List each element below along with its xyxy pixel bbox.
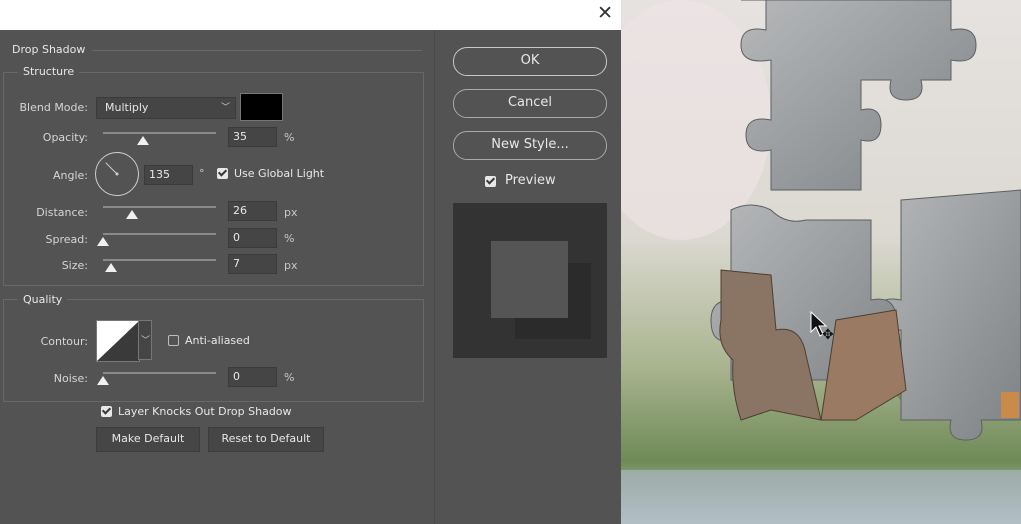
opacity-unit: %	[284, 131, 295, 144]
distance-input[interactable]: 26	[228, 201, 277, 221]
contour-picker[interactable]	[96, 320, 140, 362]
dialog-title-bar: ✕	[0, 0, 621, 30]
spread-label: Spread:	[45, 233, 88, 246]
quality-legend: Quality	[18, 293, 68, 306]
spread-slider-track[interactable]	[103, 233, 216, 235]
layer-knocks-out-checkbox[interactable]	[101, 406, 112, 417]
anti-aliased-checkbox[interactable]	[168, 335, 179, 346]
blend-mode-label: Blend Mode:	[19, 101, 89, 114]
contour-curve-icon	[97, 321, 139, 361]
noise-value: 0	[233, 370, 240, 383]
spread-input[interactable]: 0	[228, 228, 277, 248]
angle-dial[interactable]	[95, 152, 139, 196]
size-label: Size:	[61, 259, 88, 272]
noise-slider-track[interactable]	[103, 372, 216, 374]
angle-value: 135	[149, 168, 170, 181]
distance-slider-thumb[interactable]	[126, 210, 139, 219]
size-slider-thumb[interactable]	[104, 263, 117, 272]
angle-unit: °	[199, 167, 205, 180]
contour-dropdown[interactable]: ﹀	[138, 320, 152, 360]
angle-input[interactable]: 135	[144, 165, 193, 185]
make-default-button[interactable]: Make Default	[96, 427, 200, 452]
chevron-down-icon: ﹀	[141, 336, 151, 346]
preview-swatch	[491, 241, 568, 318]
distance-label: Distance:	[36, 206, 88, 219]
noise-slider-thumb[interactable]	[97, 376, 109, 385]
reset-to-default-button[interactable]: Reset to Default	[208, 427, 324, 452]
opacity-value: 35	[233, 130, 247, 143]
noise-input[interactable]: 0	[228, 367, 277, 387]
cancel-button[interactable]: Cancel	[453, 89, 607, 118]
canvas-image: ✥	[621, 0, 1021, 524]
style-preview-panel	[453, 203, 607, 358]
distance-value: 26	[233, 204, 247, 217]
noise-label: Noise:	[53, 372, 88, 385]
spread-unit: %	[284, 232, 295, 245]
anti-aliased-label: Anti-aliased	[185, 334, 250, 347]
layer-style-dialog: Drop Shadow Structure Blend Mode: Multip…	[0, 30, 621, 524]
panel-divider	[434, 30, 435, 524]
distance-unit: px	[284, 206, 298, 219]
angle-indicator-icon	[105, 162, 119, 176]
chevron-down-icon: ﹀	[220, 103, 230, 113]
new-style-button[interactable]: New Style...	[453, 131, 607, 160]
structure-legend: Structure	[18, 65, 80, 78]
preview-checkbox[interactable]	[485, 176, 496, 187]
opacity-label: Opacity:	[42, 131, 88, 144]
size-input[interactable]: 7	[228, 254, 277, 274]
opacity-slider-thumb[interactable]	[136, 136, 149, 145]
contour-label: Contour:	[40, 335, 88, 348]
angle-label: Angle:	[52, 169, 88, 182]
preview-label: Preview	[505, 173, 556, 188]
svg-text:✥: ✥	[822, 327, 834, 343]
spread-value: 0	[233, 231, 240, 244]
opacity-slider-track[interactable]	[103, 132, 216, 134]
opacity-input[interactable]: 35	[228, 127, 277, 147]
size-slider-track[interactable]	[103, 259, 216, 261]
noise-unit: %	[284, 371, 295, 384]
shadow-color-swatch[interactable]	[240, 93, 283, 121]
use-global-light-label: Use Global Light	[234, 167, 325, 180]
size-unit: px	[284, 259, 298, 272]
blend-mode-select[interactable]: Multiply ﹀	[96, 97, 236, 119]
use-global-light-checkbox[interactable]	[217, 168, 228, 179]
section-divider	[92, 50, 422, 51]
size-value: 7	[233, 257, 240, 270]
distance-slider-track[interactable]	[103, 206, 216, 208]
quality-group	[3, 299, 424, 402]
ok-button[interactable]: OK	[453, 47, 607, 76]
layer-knocks-out-label: Layer Knocks Out Drop Shadow	[118, 405, 292, 418]
spread-slider-thumb[interactable]	[97, 237, 109, 246]
section-title: Drop Shadow	[12, 43, 86, 56]
blend-mode-value: Multiply	[105, 101, 149, 114]
puzzle-photo-illustration: ✥	[621, 0, 1021, 524]
close-icon[interactable]: ✕	[597, 2, 613, 24]
